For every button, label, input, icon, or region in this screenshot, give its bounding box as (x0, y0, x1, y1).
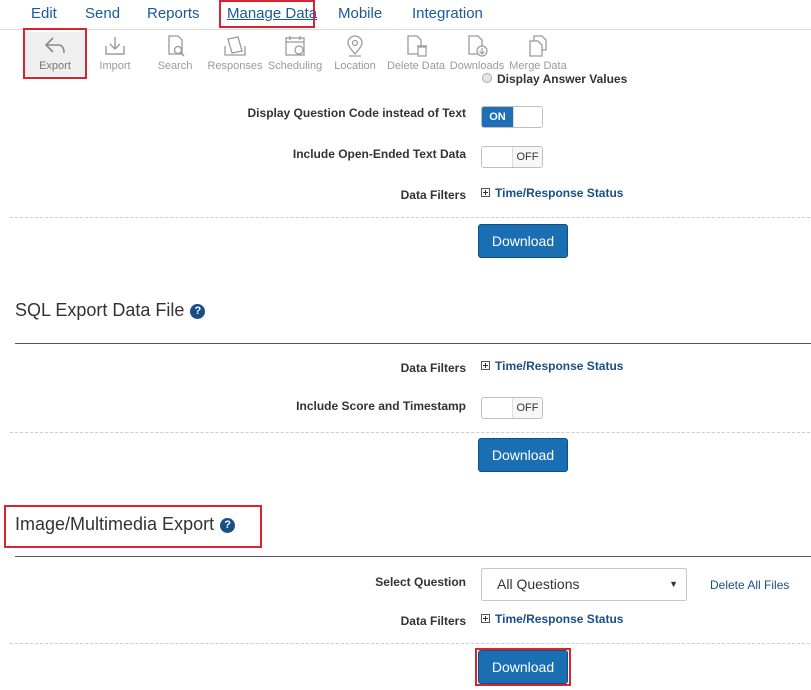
expand-plus-icon (481, 614, 490, 623)
import-tool-label: Import (99, 60, 131, 72)
help-icon[interactable]: ? (220, 518, 236, 533)
data-filters-label: Data Filters (400, 614, 466, 628)
question-select[interactable]: All Questions ▼ (481, 568, 687, 601)
multimedia-export-heading: Image/Multimedia Export? (15, 514, 236, 535)
merge-data-tool[interactable]: Merge Data (508, 32, 568, 76)
toolbar: Export Import Search Responses Schedulin… (0, 30, 811, 76)
help-icon[interactable]: ? (190, 304, 206, 319)
filter-link-text: Time/Response Status (495, 186, 624, 200)
toggle-off-state: OFF (512, 147, 542, 167)
score-timestamp-label: Include Score and Timestamp (296, 399, 466, 413)
open-ended-label: Include Open-Ended Text Data (292, 147, 466, 161)
nav-manage-data[interactable]: Manage Data (227, 5, 317, 22)
export-icon (44, 37, 65, 54)
merge-data-icon (529, 35, 547, 57)
nav-mobile[interactable]: Mobile (338, 5, 382, 22)
section-title: SQL Export Data File (15, 300, 185, 320)
score-timestamp-toggle[interactable]: OFF (481, 397, 543, 419)
expand-plus-icon (481, 188, 490, 197)
downloads-icon (468, 35, 488, 57)
data-filters-label: Data Filters (400, 188, 466, 202)
select-value: All Questions (497, 576, 580, 592)
import-tool[interactable]: Import (85, 32, 145, 76)
top-nav: Edit Send Reports Manage Data Mobile Int… (0, 0, 811, 30)
delete-data-tool-label: Delete Data (386, 60, 446, 72)
search-tool[interactable]: Search (145, 32, 205, 76)
export-tool-label: Export (39, 60, 71, 72)
location-pin-icon (347, 35, 363, 57)
import-icon (105, 37, 125, 55)
responses-tool-label: Responses (207, 60, 263, 72)
toggle-knob (482, 147, 513, 167)
filter-link-text: Time/Response Status (495, 612, 624, 626)
divider (10, 432, 810, 433)
download-button[interactable]: Download (478, 650, 568, 684)
section-title: Image/Multimedia Export (15, 514, 215, 534)
responses-icon (224, 36, 246, 56)
divider (10, 643, 810, 644)
responses-tool[interactable]: Responses (205, 32, 265, 76)
nav-edit[interactable]: Edit (31, 5, 57, 22)
open-ended-toggle[interactable]: OFF (481, 146, 543, 168)
nav-integration[interactable]: Integration (412, 5, 483, 22)
sql-export-heading: SQL Export Data File? (15, 300, 206, 321)
section-rule (15, 556, 811, 557)
delete-data-tool[interactable]: Delete Data (386, 32, 446, 76)
toggle-knob (482, 398, 513, 418)
toggle-knob (513, 107, 542, 127)
merge-data-tool-label: Merge Data (509, 60, 567, 72)
delete-data-icon (407, 35, 427, 57)
time-response-status-link[interactable]: Time/Response Status (481, 612, 623, 626)
toggle-off-state: OFF (512, 398, 542, 418)
display-answer-values-radio[interactable] (482, 73, 492, 83)
select-question-label: Select Question (375, 575, 466, 589)
calendar-icon (285, 36, 305, 56)
expand-plus-icon (481, 361, 490, 370)
search-tool-label: Search (157, 60, 193, 72)
time-response-status-link[interactable]: Time/Response Status (481, 359, 623, 373)
delete-all-files-link[interactable]: Delete All Files (710, 578, 789, 592)
question-code-label: Display Question Code instead of Text (247, 106, 466, 120)
location-tool-label: Location (334, 60, 376, 72)
download-button[interactable]: Download (478, 224, 568, 258)
time-response-status-link[interactable]: Time/Response Status (481, 186, 623, 200)
question-code-toggle[interactable]: ON (481, 106, 543, 128)
location-tool[interactable]: Location (325, 32, 385, 76)
downloads-tool[interactable]: Downloads (447, 32, 507, 76)
scheduling-tool[interactable]: Scheduling (265, 32, 325, 76)
scheduling-tool-label: Scheduling (267, 60, 323, 72)
section-rule (15, 343, 811, 344)
dropdown-caret-icon: ▼ (669, 579, 678, 589)
downloads-tool-label: Downloads (449, 60, 505, 72)
divider (10, 217, 810, 218)
toggle-on-state: ON (482, 107, 513, 127)
search-icon (168, 35, 185, 57)
filter-link-text: Time/Response Status (495, 359, 624, 373)
display-answer-values-label: Display Answer Values (497, 72, 628, 86)
data-filters-label: Data Filters (400, 361, 466, 375)
export-tool[interactable]: Export (25, 32, 85, 76)
nav-reports[interactable]: Reports (147, 5, 200, 22)
nav-send[interactable]: Send (85, 5, 120, 22)
download-button[interactable]: Download (478, 438, 568, 472)
